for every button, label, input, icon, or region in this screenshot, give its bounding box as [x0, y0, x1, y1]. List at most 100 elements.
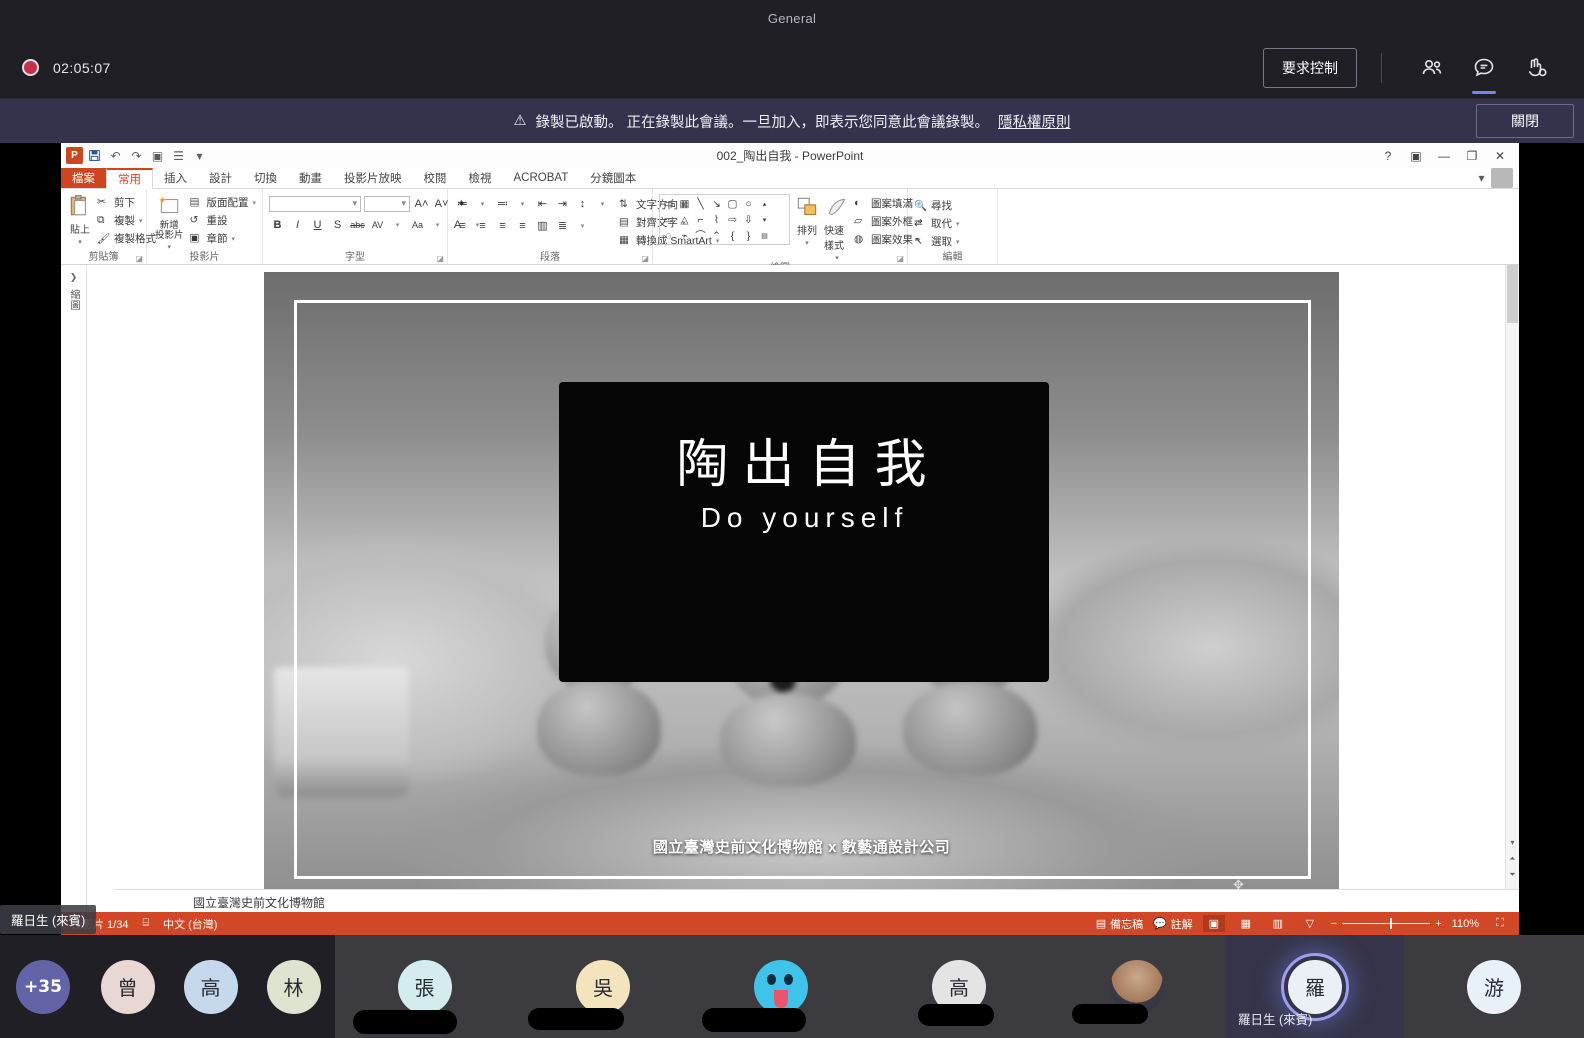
raise-hand-icon[interactable]	[1516, 48, 1556, 88]
reading-view-button[interactable]: ▥	[1267, 915, 1289, 932]
tab-review[interactable]: 校閱	[413, 168, 458, 188]
restore-icon[interactable]: ❐	[1459, 145, 1485, 167]
bullets-icon[interactable]: ☰	[169, 146, 188, 165]
paste-dropdown-icon[interactable]: ▾	[78, 238, 82, 246]
shape-arc-icon[interactable]: ⌒	[693, 228, 708, 243]
shape-line-icon[interactable]: ╲	[693, 196, 708, 211]
find-button[interactable]: 🔍尋找	[914, 198, 960, 213]
shape-arrow-down-icon[interactable]: ⇩	[741, 212, 756, 227]
zoom-out-icon[interactable]: −	[1331, 918, 1337, 930]
tab-animations[interactable]: 動畫	[288, 168, 333, 188]
participant-overflow-tile[interactable]: +35	[0, 935, 86, 1038]
shapes-more-icon[interactable]: ▤	[757, 228, 772, 243]
shapes-scroll-up-icon[interactable]: ▴	[757, 196, 772, 211]
zoom-track[interactable]	[1342, 923, 1430, 924]
ribbon-tabs[interactable]: 檔案 常用 插入 設計 切換 動畫 投影片放映 校閱 檢視 ACROBAT 分鏡…	[61, 168, 1519, 189]
shape-arrow-icon[interactable]: ↘	[709, 196, 724, 211]
participant-tile[interactable]	[1048, 935, 1226, 1038]
slideshow-view-button[interactable]: ▽	[1299, 915, 1321, 932]
change-case-button[interactable]: Aa	[409, 216, 426, 233]
comments-toggle-button[interactable]: 💬註解	[1153, 916, 1193, 932]
shape-rounded-rect-icon[interactable]: ▭	[661, 212, 676, 227]
character-spacing-button[interactable]: AV	[369, 216, 386, 233]
save-icon[interactable]	[85, 146, 104, 165]
next-slide-icon[interactable]: ⏷	[1507, 868, 1518, 881]
participant-tile[interactable]: 高	[169, 935, 252, 1038]
increase-font-size-icon[interactable]: A˄	[413, 195, 430, 212]
powerpoint-status-bar[interactable]: 投影片 1/34 ⌸ 中文 (台灣) ▤備忘稿 💬註解 ▣ ▦ ▥ ▽ − +	[61, 912, 1519, 935]
zoom-in-icon[interactable]: +	[1435, 918, 1441, 930]
align-left-icon[interactable]: ≡	[454, 217, 471, 234]
previous-slide-icon[interactable]: ⏶	[1507, 852, 1518, 865]
people-icon[interactable]	[1412, 48, 1452, 88]
zoom-level-label[interactable]: 110%	[1452, 918, 1479, 930]
participant-tile[interactable]: 林	[252, 935, 335, 1038]
ribbon-collapse-icon[interactable]: ▾	[1472, 169, 1491, 188]
new-slide-dropdown-icon[interactable]: ▾	[167, 243, 171, 251]
replace-button[interactable]: ⇄取代▾	[914, 216, 960, 231]
drawing-dialog-launcher[interactable]: ◪	[896, 254, 904, 263]
expand-thumbnails-icon[interactable]: ❯	[70, 272, 78, 283]
shape-arrow-right-icon[interactable]: ⇨	[725, 212, 740, 227]
fit-slide-icon[interactable]: ⛶	[1489, 915, 1511, 932]
select-button[interactable]: ↖選取▾	[914, 234, 960, 249]
shared-screen-stage[interactable]: P ↶ ↷ ▣ ☰ ▾ 002_陶出自我 - PowerPoint ? ▣ — …	[0, 143, 1584, 935]
shape-curve-icon[interactable]: ⌇	[709, 212, 724, 227]
participant-tile[interactable]: 高	[870, 935, 1048, 1038]
spellcheck-icon[interactable]: ⌸	[142, 917, 149, 930]
tab-slideshow[interactable]: 投影片放映	[333, 168, 413, 188]
participant-tile[interactable]: 曾	[86, 935, 169, 1038]
quick-access-toolbar[interactable]: P ↶ ↷ ▣ ☰ ▾	[61, 146, 209, 165]
tab-transitions[interactable]: 切換	[243, 168, 288, 188]
character-spacing-dropdown-icon[interactable]: ▾	[389, 216, 406, 233]
participant-tile-active-speaker[interactable]: 羅 羅日生 (來賓)	[1226, 935, 1404, 1038]
font-size-input[interactable]: ▾	[364, 196, 410, 212]
shapes-scroll-down-icon[interactable]: ▾	[757, 212, 772, 227]
participant-tile[interactable]: 游	[1404, 935, 1584, 1038]
justify-icon[interactable]: ≡	[514, 217, 531, 234]
shape-table-icon[interactable]: ▦	[677, 196, 692, 211]
zoom-slider[interactable]: − +	[1331, 918, 1442, 930]
notes-text[interactable]: 國立臺灣史前文化博物館	[193, 894, 325, 911]
reset-button[interactable]: ↺重設	[189, 213, 256, 228]
powerpoint-edit-area[interactable]: ❯ 縮圖	[61, 265, 1519, 935]
presenter-view-icon[interactable]: ▣	[148, 146, 167, 165]
tab-acrobat[interactable]: ACROBAT	[503, 168, 580, 188]
italic-button[interactable]: I	[289, 216, 306, 233]
participant-filmstrip[interactable]: +35 曾 高 林 張 吳 高	[0, 935, 1584, 1038]
tab-view[interactable]: 檢視	[458, 168, 503, 188]
align-right-icon[interactable]: ≡	[494, 217, 511, 234]
tab-home[interactable]: 常用	[106, 168, 153, 189]
participant-tile[interactable]: 吳	[514, 935, 692, 1038]
scrollbar-thumb[interactable]	[1507, 265, 1518, 323]
layout-button[interactable]: ▤版面配置▾	[189, 195, 256, 210]
shape-elbow-icon[interactable]: ⌐	[693, 212, 708, 227]
shape-freeform-icon[interactable]: ◌	[661, 228, 676, 243]
columns-icon[interactable]: ▥	[534, 217, 551, 234]
shape-rectangle-icon[interactable]: ▢	[725, 196, 740, 211]
text-direction-rtl-icon[interactable]: ≣	[554, 217, 571, 234]
customize-qat-icon[interactable]: ▾	[190, 146, 209, 165]
participant-tile[interactable]	[692, 935, 870, 1038]
text-shadow-button[interactable]: S	[329, 216, 346, 233]
clipboard-dialog-launcher[interactable]: ◪	[135, 254, 143, 263]
redo-icon[interactable]: ↷	[127, 146, 146, 165]
help-icon[interactable]: ?	[1375, 145, 1401, 167]
ribbon-body[interactable]: 貼上 ▾ ✂剪下 ⧉複製▾ 🖌複製格式 剪貼簿 ◪	[61, 189, 1519, 265]
align-center-icon[interactable]: ≡	[474, 217, 491, 234]
window-controls[interactable]: ? ▣ — ❐ ✕	[1375, 145, 1519, 167]
minimize-icon[interactable]: —	[1431, 145, 1457, 167]
slide-pane[interactable]: 陶出自我 Do yourself 國立臺灣史前文化博物館 x 數藝通設計公司 ✥…	[87, 265, 1519, 935]
paste-button[interactable]: 貼上 ▾	[67, 193, 93, 246]
close-icon[interactable]: ✕	[1487, 145, 1513, 167]
zoom-handle[interactable]	[1390, 918, 1392, 929]
slide-vertical-scrollbar[interactable]: ▾ ⏶ ⏷	[1505, 265, 1519, 889]
shape-oval-icon[interactable]: ○	[741, 196, 756, 211]
tab-insert[interactable]: 插入	[153, 168, 198, 188]
section-button[interactable]: ▣章節▾	[189, 231, 256, 246]
shape-chevron-icon[interactable]: ⌃	[709, 228, 724, 243]
new-slide-button[interactable]: 新增投影片 ▾	[153, 193, 185, 251]
notes-toggle-button[interactable]: ▤備忘稿	[1096, 916, 1143, 932]
tab-design[interactable]: 設計	[198, 168, 243, 188]
language-label[interactable]: 中文 (台灣)	[163, 916, 217, 932]
